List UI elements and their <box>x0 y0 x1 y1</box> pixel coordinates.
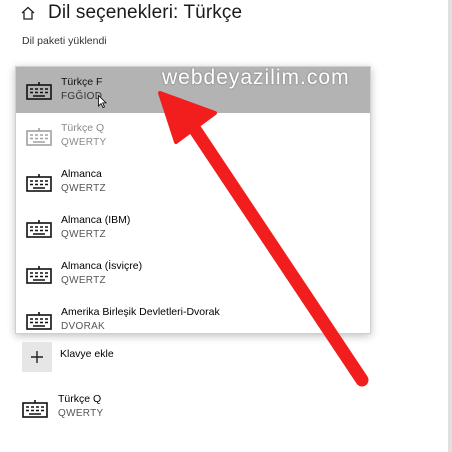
plus-icon <box>31 351 43 363</box>
keyboard-option-layout: QWERTZ <box>61 183 106 194</box>
page-header: Dil seçenekleri: Türkçe <box>20 0 242 26</box>
keyboard-icon <box>26 266 52 284</box>
keyboard-icon <box>22 400 48 418</box>
keyboard-option-name: Amerika Birleşik Devletleri-Dvorak <box>61 306 220 318</box>
keyboard-option-name: Almanca <box>61 168 102 180</box>
keyboard-option-layout: DVORAK <box>61 321 106 332</box>
installed-keyboard-name[interactable]: Türkçe Q <box>58 393 101 405</box>
keyboard-icon <box>26 312 52 330</box>
page-title: Dil seçenekleri: Türkçe <box>48 2 243 23</box>
keyboard-option-layout: QWERTY <box>61 137 107 148</box>
keyboard-option-layout: QWERTZ <box>61 275 106 286</box>
home-icon[interactable] <box>20 5 36 21</box>
keyboard-option-dvorak[interactable]: Amerika Birleşik Devletleri-Dvorak DVORA… <box>16 297 370 333</box>
watermark: webdeyazilim.com <box>162 66 350 89</box>
keyboard-dropdown-list[interactable]: Türkçe F FGĞIOD Türkçe Q QWERTY Almanca … <box>15 66 371 334</box>
window-edge <box>448 0 452 452</box>
keyboard-option-turkce-q: Türkçe Q QWERTY <box>16 113 370 159</box>
add-keyboard-button[interactable] <box>22 342 52 372</box>
keyboard-option-layout: FGĞIOD <box>61 91 103 102</box>
installed-keyboard-layout: QWERTY <box>58 408 104 419</box>
keyboard-icon <box>26 174 52 192</box>
keyboard-icon <box>26 82 52 100</box>
add-keyboard-label[interactable]: Klavye ekle <box>60 348 114 360</box>
keyboard-icon <box>26 128 52 146</box>
keyboard-option-name: Almanca (IBM) <box>61 214 131 226</box>
language-pack-status: Dil paketi yüklendi <box>22 35 107 47</box>
keyboard-option-name: Türkçe F <box>61 76 103 88</box>
mouse-cursor-icon <box>98 95 107 108</box>
keyboard-option-almanca[interactable]: Almanca QWERTZ <box>16 159 370 205</box>
keyboard-option-layout: QWERTZ <box>61 229 106 240</box>
keyboard-option-almanca-ibm[interactable]: Almanca (IBM) QWERTZ <box>16 205 370 251</box>
keyboard-icon <box>26 220 52 238</box>
keyboard-option-name: Almanca (İsviçre) <box>61 260 143 272</box>
keyboard-option-almanca-isvicre[interactable]: Almanca (İsviçre) QWERTZ <box>16 251 370 297</box>
keyboard-option-name: Türkçe Q <box>61 122 105 134</box>
